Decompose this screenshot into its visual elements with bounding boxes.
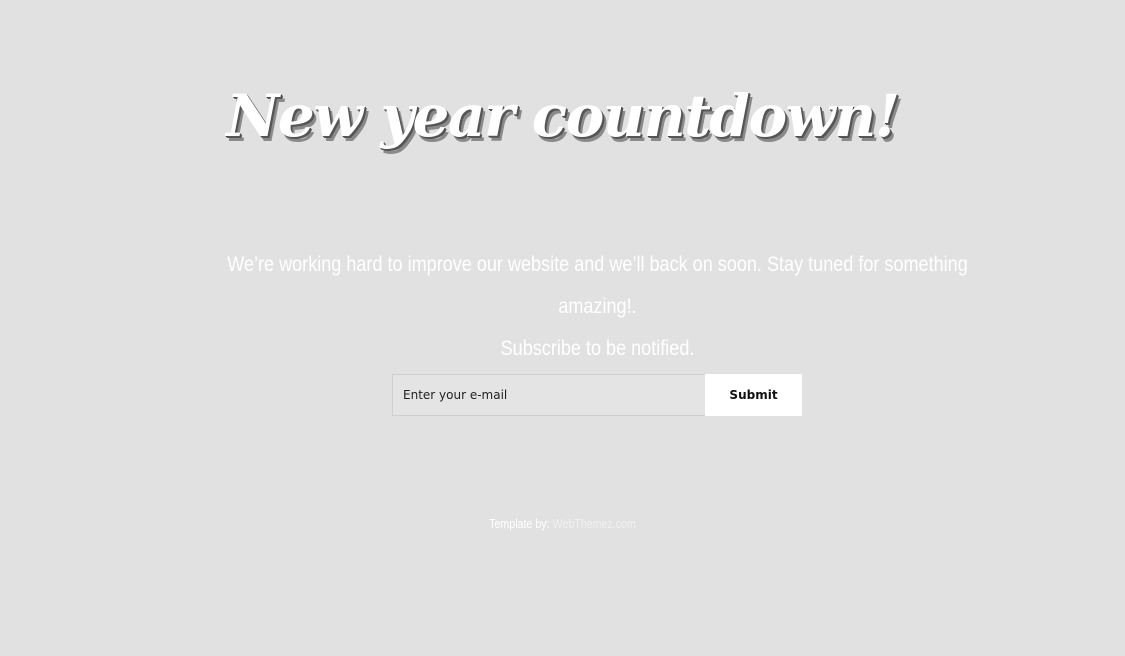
subscribe-form: Submit [392, 374, 802, 416]
page-title: New year countdown! [226, 82, 900, 150]
footer-credit: Template by: WebThemez.com [101, 516, 1024, 531]
footer-label: Template by: [489, 516, 553, 531]
tagline: We’re working hard to improve our websit… [213, 244, 983, 370]
footer-link[interactable]: WebThemez.com [553, 516, 636, 531]
submit-button[interactable]: Submit [705, 374, 802, 416]
coming-soon-page: New year countdown! We’re working hard t… [0, 0, 1125, 656]
tagline-line-1: We’re working hard to improve our websit… [227, 253, 968, 318]
tagline-line-2: Subscribe to be notified. [500, 337, 695, 360]
email-input[interactable] [392, 374, 705, 416]
